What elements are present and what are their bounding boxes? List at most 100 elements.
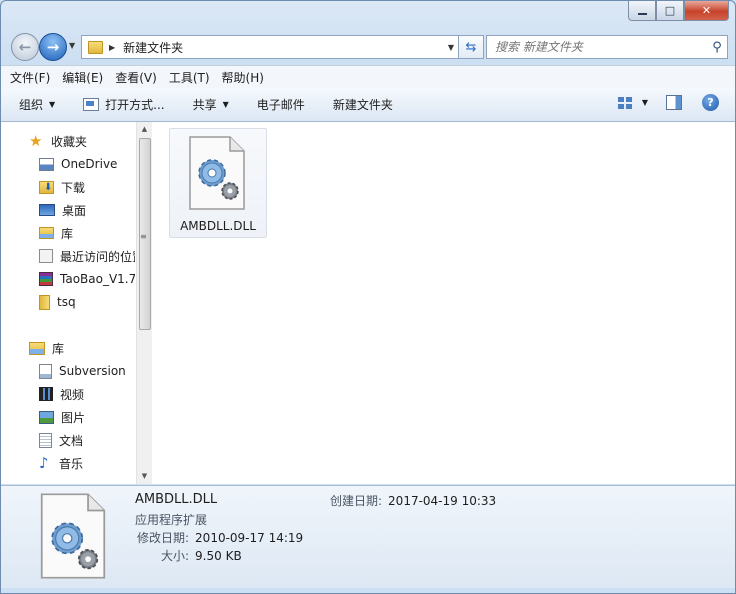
navigation-scrollbar[interactable]: ▲ ≡ ▼ [136, 122, 152, 484]
star-icon: ★ [29, 131, 43, 150]
details-created-value: 2017-04-19 10:33 [388, 494, 497, 508]
file-name: AMBDLL.DLL [180, 219, 256, 233]
libraries-icon [29, 341, 45, 355]
forward-button[interactable]: → [39, 33, 67, 61]
file-item[interactable]: AMBDLL.DLL [169, 128, 267, 238]
navigation-bar: ← → ▼ ▶ 新建文件夹 ▼ ⇆ ⚲ [9, 33, 728, 61]
breadcrumb-chevron-icon[interactable]: ▶ [109, 43, 115, 52]
archive-icon [39, 272, 53, 286]
back-button[interactable]: ← [11, 33, 39, 61]
details-modified-row: 修改日期: 2010-09-17 14:19 [137, 529, 303, 546]
open-with-button[interactable]: 打开方式... [83, 96, 165, 113]
open-with-label: 打开方式... [105, 98, 165, 112]
nav-item-pictures[interactable]: 图片 [39, 407, 85, 427]
refresh-button[interactable]: ⇆ [458, 35, 484, 59]
menu-edit[interactable]: 编辑(E) [62, 69, 103, 86]
email-button[interactable]: 电子邮件 [257, 96, 305, 113]
new-folder-button[interactable]: 新建文件夹 [333, 96, 393, 113]
scroll-up-arrow-icon[interactable]: ▲ [137, 122, 152, 137]
nav-item-recent-places[interactable]: 最近访问的位置 [39, 246, 135, 266]
nav-item-label: tsq [57, 295, 76, 309]
details-created-row: 创建日期: 2017-04-19 10:33 [330, 492, 496, 509]
pictures-icon [39, 410, 54, 424]
nav-item-label: 图片 [61, 410, 86, 425]
details-size-value: 9.50 KB [195, 549, 242, 563]
nav-item-label: OneDrive [61, 157, 118, 171]
nav-item-label: TaoBao_V1.7 [60, 272, 135, 286]
recent-pages-dropdown[interactable]: ▼ [69, 41, 75, 50]
details-pane: AMBDLL.DLL 应用程序扩展 修改日期: 2010-09-17 14:19 … [1, 485, 735, 588]
change-view-icon[interactable] [617, 96, 632, 109]
dll-settings-icon [40, 493, 106, 579]
folder-icon [88, 40, 103, 54]
nav-item-videos[interactable]: 视频 [39, 384, 84, 404]
maximize-button[interactable]: □ [656, 1, 684, 21]
details-modified-value: 2010-09-17 14:19 [195, 531, 304, 545]
nav-item-label: 库 [61, 226, 74, 241]
organize-button[interactable]: 组织 ▼ [19, 96, 55, 113]
nav-favorites[interactable]: ★ 收藏夹 [29, 131, 87, 151]
recent-places-icon [39, 249, 53, 263]
help-icon[interactable]: ? [702, 94, 719, 111]
details-file-name: AMBDLL.DLL [135, 492, 218, 507]
menu-bar: 文件(F) 编辑(E) 查看(V) 工具(T) 帮助(H) [1, 65, 735, 89]
menu-file[interactable]: 文件(F) [10, 69, 50, 86]
nav-item-library[interactable]: 库 [39, 223, 73, 243]
preview-pane-icon[interactable] [666, 95, 682, 110]
details-size-row: 大小: 9.50 KB [161, 547, 242, 564]
details-modified-label: 修改日期: [137, 531, 190, 545]
file-list: AMBDLL.DLL [152, 122, 735, 484]
navigation-pane: ★ 收藏夹 OneDrive ⬇ 下载 桌面 库 最近访问的位置 [1, 122, 152, 484]
nav-item-music[interactable]: ♪ 音乐 [39, 453, 83, 473]
nav-item-tsq[interactable]: tsq [39, 292, 76, 312]
close-button[interactable]: ✕ [684, 1, 729, 21]
navigation-tree: ★ 收藏夹 OneDrive ⬇ 下载 桌面 库 最近访问的位置 [1, 122, 135, 484]
nav-libraries[interactable]: 库 [29, 338, 64, 358]
address-bar[interactable]: ▶ 新建文件夹 ▼ [81, 35, 459, 59]
scrollbar-grip-icon: ≡ [140, 232, 147, 241]
nav-libraries-label: 库 [52, 341, 65, 356]
nav-item-label: 文档 [59, 433, 84, 448]
nav-item-label: 音乐 [59, 456, 84, 471]
chevron-down-icon: ▼ [222, 100, 229, 109]
organize-label: 组织 [19, 98, 44, 112]
nav-item-subversion[interactable]: Subversion [39, 361, 126, 381]
address-dropdown-icon[interactable]: ▼ [444, 43, 458, 52]
search-icon[interactable]: ⚲ [707, 40, 727, 55]
caption-buttons: □ ✕ [628, 1, 729, 22]
breadcrumb-current[interactable]: 新建文件夹 [123, 39, 444, 56]
refresh-icon: ⇆ [465, 39, 477, 55]
chevron-down-icon: ▼ [49, 100, 56, 109]
library-icon [39, 227, 54, 239]
nav-item-taobao[interactable]: TaoBao_V1.7 [39, 269, 135, 289]
open-with-icon [83, 98, 100, 111]
documents-icon [39, 432, 52, 448]
nav-item-onedrive[interactable]: OneDrive [39, 154, 117, 174]
nav-item-label: 最近访问的位置 [60, 249, 135, 264]
document-library-icon [39, 363, 52, 379]
share-button[interactable]: 共享 ▼ [193, 96, 229, 113]
dll-settings-icon [189, 136, 245, 210]
music-note-icon: ♪ [39, 453, 49, 472]
desktop-icon [39, 204, 55, 216]
scroll-down-arrow-icon[interactable]: ▼ [137, 469, 152, 484]
menu-help[interactable]: 帮助(H) [222, 69, 264, 86]
menu-view[interactable]: 查看(V) [115, 69, 157, 86]
nav-item-desktop[interactable]: 桌面 [39, 200, 86, 220]
nav-item-documents[interactable]: 文档 [39, 430, 83, 450]
nav-favorites-label: 收藏夹 [51, 134, 88, 149]
view-controls: ▼ ? [617, 94, 719, 111]
nav-item-label: 桌面 [62, 203, 87, 218]
nav-item-label: 视频 [60, 387, 85, 402]
downloads-icon: ⬇ [39, 180, 54, 194]
details-created-label: 创建日期: [330, 494, 383, 508]
folder-icon [39, 294, 50, 310]
nav-item-label: Subversion [59, 364, 126, 378]
search-box[interactable]: ⚲ [486, 35, 728, 59]
command-bar: 组织 ▼ 打开方式... 共享 ▼ 电子邮件 新建文件夹 ▼ ? [1, 88, 735, 122]
menu-tools[interactable]: 工具(T) [169, 69, 210, 86]
nav-item-downloads[interactable]: ⬇ 下载 [39, 177, 85, 197]
minimize-button[interactable] [628, 1, 656, 21]
search-input[interactable] [487, 39, 707, 55]
view-options-dropdown[interactable]: ▼ [642, 98, 648, 107]
